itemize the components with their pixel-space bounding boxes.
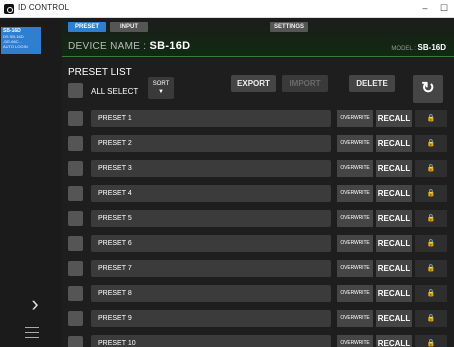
delete-button[interactable]: DELETE xyxy=(349,75,395,92)
overwrite-button[interactable]: OVERWRITE xyxy=(337,135,373,152)
overwrite-button[interactable]: OVERWRITE xyxy=(337,160,373,177)
lock-icon[interactable]: 🔒 xyxy=(415,110,447,127)
preset-name[interactable]: PRESET 6 xyxy=(91,235,331,252)
sort-label: SORT xyxy=(152,81,170,87)
preset-row: PRESET 8 OVERWRITE RECALL 🔒 xyxy=(68,284,450,303)
preset-checkbox[interactable] xyxy=(68,111,83,126)
preset-checkbox[interactable] xyxy=(68,286,83,301)
preset-row: PRESET 1 OVERWRITE RECALL 🔒 xyxy=(68,109,450,128)
overwrite-button[interactable]: OVERWRITE xyxy=(337,335,373,347)
preset-name[interactable]: PRESET 4 xyxy=(91,185,331,202)
device-card-line3: AUTO LOGIN xyxy=(3,44,28,49)
preset-name[interactable]: PRESET 3 xyxy=(91,160,331,177)
preset-checkbox[interactable] xyxy=(68,336,83,347)
lock-icon[interactable]: 🔒 xyxy=(415,185,447,202)
recall-button[interactable]: RECALL xyxy=(376,135,412,152)
overwrite-button[interactable]: OVERWRITE xyxy=(337,260,373,277)
recall-button[interactable]: RECALL xyxy=(376,285,412,302)
preset-row: PRESET 9 OVERWRITE RECALL 🔒 xyxy=(68,309,450,328)
export-button[interactable]: EXPORT xyxy=(231,75,276,92)
lock-icon[interactable]: 🔒 xyxy=(415,235,447,252)
recall-button[interactable]: RECALL xyxy=(376,185,412,202)
sidebar: SB-16D DS SB-16D -DE-66C... AUTO LOGIN › xyxy=(0,18,62,347)
recall-button[interactable]: RECALL xyxy=(376,160,412,177)
maximize-button[interactable]: ☐ xyxy=(437,2,451,15)
app-title: ID CONTROL xyxy=(18,3,70,12)
recall-button[interactable]: RECALL xyxy=(376,210,412,227)
recall-button[interactable]: RECALL xyxy=(376,235,412,252)
preset-checkbox[interactable] xyxy=(68,261,83,276)
overwrite-button[interactable]: OVERWRITE xyxy=(337,310,373,327)
preset-name[interactable]: PRESET 9 xyxy=(91,310,331,327)
preset-checkbox[interactable] xyxy=(68,236,83,251)
overwrite-button[interactable]: OVERWRITE xyxy=(337,185,373,202)
model-value: SB-16D xyxy=(417,43,446,52)
overwrite-button[interactable]: OVERWRITE xyxy=(337,285,373,302)
lock-icon[interactable]: 🔒 xyxy=(415,335,447,347)
overwrite-button[interactable]: OVERWRITE xyxy=(337,110,373,127)
recall-button[interactable]: RECALL xyxy=(376,110,412,127)
tab-input[interactable]: INPUT xyxy=(110,22,148,32)
app-window: ID CONTROL – ☐ SB-16D DS SB-16D -DE-66C.… xyxy=(0,0,454,347)
recall-button[interactable]: RECALL xyxy=(376,310,412,327)
select-all-checkbox[interactable] xyxy=(68,83,83,98)
chevron-right-icon[interactable]: › xyxy=(27,293,43,315)
title-bar: ID CONTROL – ☐ xyxy=(0,0,454,18)
preset-checkbox[interactable] xyxy=(68,161,83,176)
lock-icon[interactable]: 🔒 xyxy=(415,135,447,152)
preset-checkbox[interactable] xyxy=(68,211,83,226)
overwrite-button[interactable]: OVERWRITE xyxy=(337,210,373,227)
lock-icon[interactable]: 🔒 xyxy=(415,260,447,277)
preset-row: PRESET 4 OVERWRITE RECALL 🔒 xyxy=(68,184,450,203)
import-button[interactable]: IMPORT xyxy=(282,75,328,92)
device-name: DEVICE NAME : SB-16D xyxy=(68,40,190,52)
app-logo-icon xyxy=(4,4,14,14)
preset-row: PRESET 6 OVERWRITE RECALL 🔒 xyxy=(68,234,450,253)
device-name-value: SB-16D xyxy=(149,40,191,52)
hamburger-menu-icon[interactable] xyxy=(25,327,39,339)
preset-row: PRESET 3 OVERWRITE RECALL 🔒 xyxy=(68,159,450,178)
tab-settings[interactable]: SETTINGS xyxy=(270,22,308,32)
lock-icon[interactable]: 🔒 xyxy=(415,160,447,177)
preset-name[interactable]: PRESET 5 xyxy=(91,210,331,227)
select-all-label: ALL SELECT xyxy=(91,87,139,96)
device-name-label: DEVICE NAME : xyxy=(68,41,147,52)
preset-checkbox[interactable] xyxy=(68,136,83,151)
sort-arrow-icon: ▼ xyxy=(158,89,164,95)
recall-button[interactable]: RECALL xyxy=(376,335,412,347)
preset-list: PRESET 1 OVERWRITE RECALL 🔒 PRESET 2 OVERWRIT… xyxy=(68,109,450,347)
preset-name[interactable]: PRESET 8 xyxy=(91,285,331,302)
model-info: MODEL : SB-16D xyxy=(391,43,446,52)
preset-row: PRESET 10 OVERWRITE RECALL 🔒 xyxy=(68,334,450,347)
minimize-button[interactable]: – xyxy=(418,2,432,15)
lock-icon[interactable]: 🔒 xyxy=(415,285,447,302)
header: PRESET INPUT SETTINGS DEVICE NAME : SB-1… xyxy=(62,18,454,57)
preset-name[interactable]: PRESET 1 xyxy=(91,110,331,127)
tab-preset[interactable]: PRESET xyxy=(68,22,106,32)
overwrite-button[interactable]: OVERWRITE xyxy=(337,235,373,252)
preset-checkbox[interactable] xyxy=(68,311,83,326)
lock-icon[interactable]: 🔒 xyxy=(415,210,447,227)
preset-name[interactable]: PRESET 2 xyxy=(91,135,331,152)
model-label: MODEL : xyxy=(391,46,416,52)
refresh-icon[interactable]: ↻ xyxy=(413,75,443,103)
sort-button[interactable]: SORT ▼ xyxy=(148,77,174,99)
preset-row: PRESET 2 OVERWRITE RECALL 🔒 xyxy=(68,134,450,153)
recall-button[interactable]: RECALL xyxy=(376,260,412,277)
preset-row: PRESET 5 OVERWRITE RECALL 🔒 xyxy=(68,209,450,228)
lock-icon[interactable]: 🔒 xyxy=(415,310,447,327)
page-title: PRESET LIST xyxy=(68,67,132,78)
preset-row: PRESET 7 OVERWRITE RECALL 🔒 xyxy=(68,259,450,278)
device-card[interactable]: SB-16D DS SB-16D -DE-66C... AUTO LOGIN xyxy=(1,27,41,54)
preset-panel: PRESET LIST ALL SELECT SORT ▼ EXPORT IMP… xyxy=(62,57,454,347)
preset-name[interactable]: PRESET 10 xyxy=(91,335,331,347)
preset-checkbox[interactable] xyxy=(68,186,83,201)
preset-name[interactable]: PRESET 7 xyxy=(91,260,331,277)
